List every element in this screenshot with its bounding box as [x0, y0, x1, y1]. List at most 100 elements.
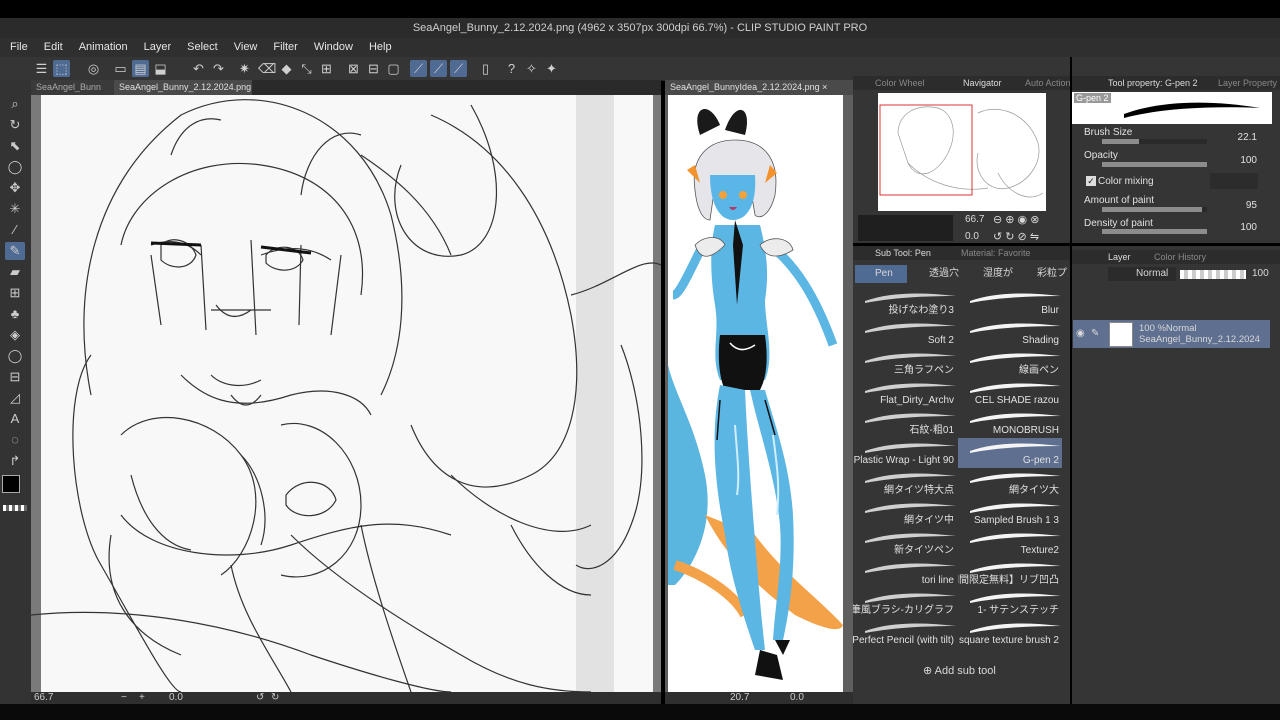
- scale-icon[interactable]: ⊞: [318, 60, 335, 77]
- brush-size-value[interactable]: 22.1: [1217, 132, 1257, 143]
- transparent-color-icon[interactable]: [3, 505, 27, 511]
- sub-tool-item[interactable]: Plastic Wrap - Light 90: [853, 438, 957, 468]
- main-color-swatch[interactable]: [2, 475, 20, 493]
- canvas-tab-idea[interactable]: SeaAngel_BunnyIdea_2.12.2024.png ×: [665, 80, 853, 95]
- text-tool-icon[interactable]: A: [5, 410, 25, 428]
- tab-navigator[interactable]: Navigator: [963, 76, 1002, 90]
- brush-size-slider[interactable]: [1102, 139, 1207, 144]
- fill-bucket-icon[interactable]: ◈: [5, 326, 25, 344]
- sub-tool-item[interactable]: 網タイツ特大点: [853, 468, 957, 498]
- blend-icon[interactable]: ♣: [5, 305, 25, 323]
- add-sub-tool-button[interactable]: ⊕ Add sub tool: [923, 664, 996, 677]
- blend-mode-dropdown[interactable]: Normal: [1108, 267, 1176, 281]
- menu-edit[interactable]: Edit: [36, 38, 71, 57]
- layer-opacity-value[interactable]: 100: [1252, 268, 1269, 279]
- color-mixing-mode-icons[interactable]: [1210, 173, 1258, 189]
- sub-tool-tab-2[interactable]: 透過穴: [909, 265, 961, 283]
- amount-of-paint-value[interactable]: 95: [1217, 200, 1257, 211]
- clear-icon[interactable]: ⌫: [258, 60, 276, 77]
- new-file-icon[interactable]: ▭: [112, 60, 129, 77]
- density-of-paint-slider[interactable]: [1102, 229, 1207, 234]
- ruler-icon[interactable]: ◿: [5, 389, 25, 407]
- help-icon[interactable]: ?: [503, 60, 520, 77]
- sub-tool-item[interactable]: 新タイツペン: [853, 528, 957, 558]
- canvas-main-sketch[interactable]: [31, 95, 661, 692]
- canvas-tab-2[interactable]: SeaAngel_Bunny_2.12.2024.png ×: [114, 80, 252, 95]
- balloon-icon[interactable]: ◌: [5, 431, 25, 449]
- sub-tool-item[interactable]: Texture2: [958, 528, 1062, 558]
- pen-tool-icon[interactable]: ✎: [5, 242, 25, 260]
- rotate-tool-icon[interactable]: ↻: [5, 116, 25, 134]
- sub-tool-item[interactable]: 網タイツ大: [958, 468, 1062, 498]
- selection-border-icon[interactable]: ▢: [385, 60, 402, 77]
- sub-tool-tab-3[interactable]: 湿度が: [963, 265, 1015, 283]
- new-canvas-icon[interactable]: ⬚: [53, 60, 70, 77]
- spinner-icon[interactable]: ✷: [236, 60, 253, 77]
- density-of-paint-value[interactable]: 100: [1217, 222, 1257, 233]
- deselect-icon[interactable]: ⊠: [345, 60, 362, 77]
- sub-tool-item[interactable]: Sampled Brush 1 3: [958, 498, 1062, 528]
- snap-grid-icon[interactable]: ⟋: [450, 60, 467, 77]
- menu-help[interactable]: Help: [361, 38, 400, 57]
- sub-tool-item[interactable]: Flat_Dirty_Archv: [853, 378, 957, 408]
- sub-tool-item[interactable]: tori line: [853, 558, 957, 588]
- navigator-rotate-icons[interactable]: ↺ ↻ ⊘ ⇋: [993, 230, 1039, 243]
- invert-selection-icon[interactable]: ⊟: [365, 60, 382, 77]
- zoom-tool-icon[interactable]: ⌕: [5, 95, 25, 113]
- color-mixing-checkbox[interactable]: ✓: [1086, 176, 1096, 186]
- canvas-tab-1[interactable]: SeaAngel_Bunn: [31, 80, 115, 95]
- decoration-icon[interactable]: ⊞: [5, 284, 25, 302]
- rotate-right-icon[interactable]: ↻: [271, 692, 279, 704]
- menu-file[interactable]: File: [0, 38, 36, 57]
- lasso-tool-icon[interactable]: ◯: [5, 158, 25, 176]
- zoom-plus-icon[interactable]: +: [139, 692, 145, 704]
- clip-studio-icon[interactable]: ◎: [85, 60, 102, 77]
- eye-icon[interactable]: ◉: [1076, 328, 1085, 339]
- sub-tool-item[interactable]: 投げなわ塗り3: [853, 288, 957, 318]
- hamburger-menu-icon[interactable]: ☰: [33, 60, 50, 77]
- undo-icon[interactable]: ↶: [190, 60, 207, 77]
- redo-icon[interactable]: ↷: [210, 60, 227, 77]
- navigator-preview[interactable]: [878, 93, 1046, 211]
- figure-icon[interactable]: ⊟: [5, 368, 25, 386]
- sub-tool-item[interactable]: Shading: [958, 318, 1062, 348]
- menu-window[interactable]: Window: [306, 38, 361, 57]
- tab-color-history[interactable]: Color History: [1154, 250, 1206, 264]
- magic-wand-tool-icon[interactable]: ✳: [5, 200, 25, 218]
- sub-tool-item[interactable]: 三角ラフペン: [853, 348, 957, 378]
- sub-tool-item[interactable]: square texture brush 2: [958, 618, 1062, 648]
- object-select-icon[interactable]: ⬉: [5, 137, 25, 155]
- tab-layer[interactable]: Layer: [1108, 250, 1131, 264]
- save-icon[interactable]: ⬓: [152, 60, 169, 77]
- navigator-zoom-out-icon[interactable]: ⊖ ⊕ ◉ ⊗: [993, 213, 1039, 226]
- sub-tool-item[interactable]: 【期間限定無料】リブ凹凸: [958, 558, 1062, 588]
- menu-layer[interactable]: Layer: [136, 38, 180, 57]
- tab-tool-property[interactable]: Tool property: G-pen 2: [1108, 76, 1198, 90]
- sub-tool-item[interactable]: 線画ペン: [958, 348, 1062, 378]
- device-icon[interactable]: ▯: [477, 60, 494, 77]
- sub-tool-item[interactable]: CEL SHADE razou: [958, 378, 1062, 408]
- snap-ruler-icon[interactable]: ⟋: [410, 60, 427, 77]
- menu-select[interactable]: Select: [179, 38, 226, 57]
- open-folder-icon[interactable]: ▤: [132, 60, 149, 77]
- menu-filter[interactable]: Filter: [265, 38, 305, 57]
- sub-tool-tab-pen[interactable]: Pen: [855, 265, 907, 283]
- layer-row[interactable]: ◉ ✎ 100 %Normal SeaAngel_Bunny_2.12.2024: [1073, 320, 1270, 348]
- sparkle-icon[interactable]: ✦: [543, 60, 560, 77]
- canvas-reference-color[interactable]: [665, 95, 853, 692]
- tab-auto-action[interactable]: Auto Action: [1025, 76, 1071, 90]
- rotate-left-icon[interactable]: ↺: [256, 692, 264, 704]
- sub-tool-item[interactable]: Blur: [958, 288, 1062, 318]
- eraser-icon[interactable]: ▰: [5, 263, 25, 281]
- zoom-minus-icon[interactable]: −: [121, 692, 127, 704]
- gradient-icon[interactable]: ◯: [5, 347, 25, 365]
- magic-wand-icon[interactable]: ✧: [523, 60, 540, 77]
- sub-tool-item[interactable]: Perfect Pencil (with tilt): [853, 618, 957, 648]
- opacity-slider[interactable]: [1102, 162, 1207, 167]
- close-tab-icon[interactable]: ×: [822, 82, 827, 92]
- sub-tool-item[interactable]: G-pen 2: [958, 438, 1062, 468]
- sub-tool-item[interactable]: 1- サテンステッチ: [958, 588, 1062, 618]
- sub-tool-item[interactable]: MONOBRUSH: [958, 408, 1062, 438]
- snap-special-ruler-icon[interactable]: ⟋: [430, 60, 447, 77]
- fill-icon[interactable]: ◆: [278, 60, 295, 77]
